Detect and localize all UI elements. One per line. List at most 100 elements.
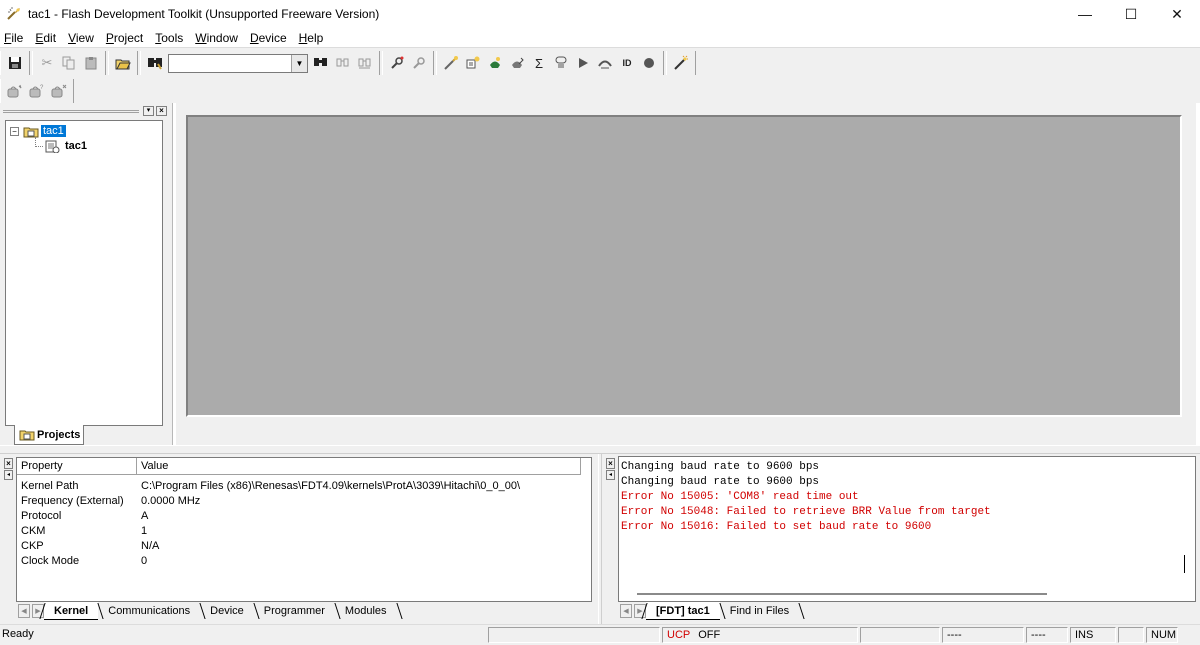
output-window: × ◂ Changing baud rate to 9600 bps Chang… <box>602 454 1200 624</box>
find-combo[interactable]: ▼ <box>168 53 308 73</box>
cut-icon[interactable]: ✂ <box>36 52 58 74</box>
stop-icon[interactable] <box>638 52 660 74</box>
collapse-icon[interactable]: − <box>10 126 19 136</box>
menu-project[interactable]: Project <box>106 31 143 45</box>
property-value: 0 <box>141 554 148 567</box>
table-row[interactable]: Protocol A <box>17 508 587 523</box>
project-tree: − tac1 tac1 <box>5 120 163 426</box>
svg-text:?: ? <box>40 85 44 91</box>
menu-edit[interactable]: Edit <box>35 31 56 45</box>
find-all-icon[interactable] <box>354 52 376 74</box>
checksum-icon[interactable]: Σ <box>528 52 550 74</box>
status-ucp: UCP OFF <box>662 627 858 643</box>
workspace-close-icon[interactable]: × <box>156 106 167 116</box>
chevron-down-icon[interactable]: ▼ <box>291 54 307 72</box>
ucp-label: UCP <box>667 629 691 641</box>
mdi-client[interactable] <box>186 115 1182 417</box>
tree-item-label[interactable]: tac1 <box>65 140 87 152</box>
tab-scroll-left-icon[interactable]: ◀ <box>18 604 30 618</box>
copy-icon[interactable] <box>58 52 80 74</box>
tab-label: Projects <box>37 428 81 441</box>
module-help-icon[interactable]: ? <box>26 80 48 102</box>
tab-fdt-tac1[interactable]: [FDT] tac1 <box>646 602 726 620</box>
tab-label: Find in Files <box>729 605 790 617</box>
column-property[interactable]: Property <box>17 458 137 475</box>
output-close-icon[interactable]: × <box>606 458 615 469</box>
open-workspace-icon[interactable] <box>112 52 134 74</box>
property-name: Clock Mode <box>21 554 80 567</box>
properties-pin-icon[interactable]: ◂ <box>4 470 13 480</box>
disconnect-icon[interactable] <box>408 52 430 74</box>
workspace-grip[interactable] <box>3 110 139 113</box>
property-name: CKM <box>21 524 46 537</box>
status-pane-blank <box>860 627 940 643</box>
menu-help[interactable]: Help <box>299 31 324 45</box>
tab-projects[interactable]: Projects <box>14 425 84 445</box>
property-value: 1 <box>141 524 148 537</box>
tab-kernel[interactable]: Kernel <box>44 602 104 620</box>
erase-icon[interactable] <box>484 52 506 74</box>
wizard-icon[interactable] <box>670 52 692 74</box>
output-error-line: Error No 15048: Failed to retrieve BRR V… <box>621 506 991 518</box>
minimize-button[interactable]: — <box>1062 0 1108 28</box>
close-button[interactable]: ✕ <box>1154 0 1200 28</box>
id-code-icon[interactable]: ID <box>616 52 638 74</box>
menu-view[interactable]: View <box>68 31 94 45</box>
menu-file[interactable]: File <box>4 31 23 45</box>
menu-bar: File Edit View Project Tools Window Devi… <box>0 28 1200 47</box>
status-pane-blank <box>1118 627 1144 643</box>
column-value[interactable]: Value <box>137 458 581 475</box>
add-module-icon[interactable] <box>4 80 26 102</box>
tab-label: Communications <box>108 605 191 617</box>
table-row[interactable]: Frequency (External) 0.0000 MHz <box>17 493 587 508</box>
table-row[interactable]: Kernel Path C:\Program Files (x86)\Renes… <box>17 478 587 493</box>
table-row[interactable]: CKP N/A <box>17 538 587 553</box>
horizontal-splitter[interactable] <box>0 445 1200 454</box>
tab-programmer[interactable]: Programmer <box>254 602 341 620</box>
tree-item-label[interactable]: tac1 <box>41 125 66 137</box>
property-value: A <box>141 509 149 522</box>
status-bar: Ready UCP OFF ---- ---- INS NUM <box>0 624 1200 645</box>
download-block-icon[interactable] <box>462 52 484 74</box>
tab-scroll-left-icon[interactable]: ◀ <box>620 604 632 618</box>
upload-icon[interactable] <box>550 52 572 74</box>
remove-module-icon[interactable] <box>48 80 70 102</box>
property-name: Frequency (External) <box>21 494 124 507</box>
properties-table: Property Value Kernel Path C:\Program Fi… <box>16 457 592 602</box>
property-value: C:\Program Files (x86)\Renesas\FDT4.09\k… <box>141 479 521 492</box>
window-title: tac1 - Flash Development Toolkit (Unsupp… <box>28 7 380 21</box>
tab-device[interactable]: Device <box>200 602 260 620</box>
app-icon <box>7 7 20 20</box>
tab-find-in-files[interactable]: Find in Files <box>720 602 805 620</box>
blank-check-icon[interactable] <box>506 52 528 74</box>
tree-item-workspace[interactable]: − tac1 <box>10 124 66 138</box>
menu-window[interactable]: Window <box>195 31 238 45</box>
run-icon[interactable] <box>572 52 594 74</box>
table-row[interactable]: Clock Mode 0 <box>17 553 587 568</box>
tree-item-project[interactable]: tac1 <box>44 139 87 153</box>
find-toolbar: ▼ <box>140 51 380 75</box>
property-name: Protocol <box>21 509 62 522</box>
horizontal-scrollbar[interactable] <box>637 593 1047 595</box>
menu-tools[interactable]: Tools <box>155 31 183 45</box>
maximize-button[interactable]: ☐ <box>1108 0 1154 28</box>
wizard-toolbar <box>666 51 696 75</box>
workspace-dropdown-icon[interactable]: ▾ <box>143 106 154 116</box>
download-file-icon[interactable] <box>440 52 462 74</box>
properties-close-icon[interactable]: × <box>4 458 13 469</box>
table-row[interactable]: CKM 1 <box>17 523 587 538</box>
find-previous-icon[interactable] <box>332 52 354 74</box>
output-text[interactable]: Changing baud rate to 9600 bps Changing … <box>618 456 1196 602</box>
tab-communications[interactable]: Communications <box>98 602 206 620</box>
find-icon[interactable] <box>144 52 166 74</box>
go-from-address-icon[interactable] <box>594 52 616 74</box>
connect-icon[interactable] <box>386 52 408 74</box>
find-next-icon[interactable] <box>310 52 332 74</box>
title-bar: tac1 - Flash Development Toolkit (Unsupp… <box>0 0 1200 28</box>
paste-icon[interactable] <box>80 52 102 74</box>
tab-modules[interactable]: Modules <box>335 602 403 620</box>
save-icon[interactable] <box>4 52 26 74</box>
property-value: 0.0000 MHz <box>141 494 201 507</box>
menu-device[interactable]: Device <box>250 31 287 45</box>
output-pin-icon[interactable]: ◂ <box>606 470 615 480</box>
